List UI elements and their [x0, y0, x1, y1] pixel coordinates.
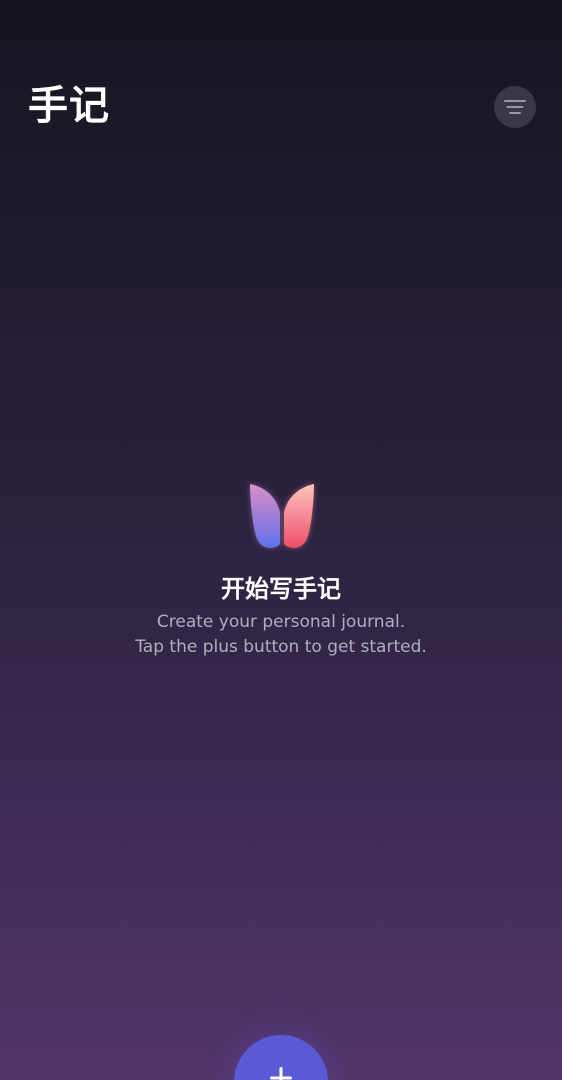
plus-icon	[268, 1035, 294, 1080]
menu-lines-icon	[503, 98, 527, 116]
empty-state-subtitle-line2: Tap the plus button to get started.	[135, 637, 427, 657]
butterfly-logo-icon	[246, 478, 318, 552]
empty-state-subtitle-line1: Create your personal journal.	[156, 612, 406, 632]
app-header: 手记	[0, 0, 562, 150]
menu-button[interactable]	[494, 86, 536, 128]
empty-state-title: 开始写手记	[221, 575, 341, 603]
journal-app-screen: 手记 开始写手记 Create your personal journal. T…	[0, 0, 562, 1080]
add-entry-button[interactable]	[234, 1035, 328, 1080]
page-title: 手记	[28, 83, 110, 129]
